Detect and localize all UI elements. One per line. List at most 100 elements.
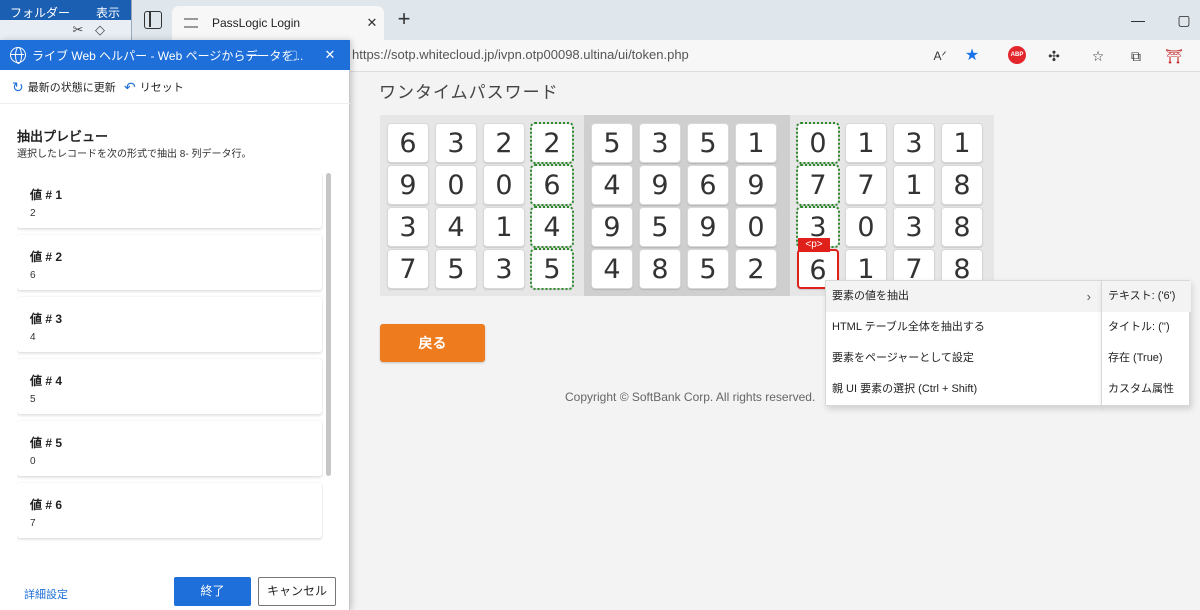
otp-digit-cell: 9 — [387, 165, 429, 205]
submenu-title[interactable]: タイトル: ('') — [1102, 312, 1191, 343]
otp-digit-cell: 1 — [941, 123, 983, 163]
browser-tab[interactable]: PassLogic Login ✕ — [172, 6, 384, 40]
url-field[interactable]: https://sotp.whitecloud.jp/ivpn.otp00098… — [352, 47, 689, 62]
extensions-icon[interactable]: ✣ — [1044, 46, 1064, 66]
helper-title-bar: ライブ Web ヘルパー - Web ページからデータを... — ▢ ✕ — [0, 40, 350, 70]
otp-digit-cell: 2 — [530, 122, 574, 164]
otp-digit-cell: 4 — [591, 249, 633, 289]
otp-digit-cell: 1 — [845, 123, 887, 163]
record-label: 値 # 6 — [30, 498, 63, 512]
record-label: 値 # 1 — [30, 188, 63, 202]
minimize-icon[interactable]: — — [1126, 8, 1150, 32]
otp-digit-cell: 0 — [796, 122, 840, 164]
tab-title: PassLogic Login — [212, 16, 301, 30]
otp-digit-cell: 0 — [483, 165, 525, 205]
record-value: 5 — [30, 394, 36, 405]
tab-close-icon[interactable]: ✕ — [360, 15, 384, 31]
finish-button[interactable]: 終了 — [174, 577, 251, 606]
back-button[interactable]: 戻る — [380, 324, 485, 362]
adblock-icon[interactable]: ABP — [1008, 46, 1026, 64]
record-item[interactable]: 値 # 4 5 — [17, 359, 322, 414]
otp-digit-cell: 6 — [530, 164, 574, 206]
record-item[interactable]: 値 # 3 4 — [17, 297, 322, 352]
minimize-icon[interactable]: — — [244, 45, 264, 65]
reset-icon: ↶ — [124, 79, 136, 95]
otp-digit-cell: 4 — [435, 207, 477, 247]
reset-button[interactable]: ↶ リセット — [124, 79, 184, 95]
record-list: 値 # 1 2 値 # 2 6 値 # 3 4 値 # 4 5 値 # 5 0 … — [17, 173, 323, 548]
record-value: 6 — [30, 270, 36, 281]
record-item[interactable]: 値 # 2 6 — [17, 235, 322, 290]
otp-digit-cell: 3 — [435, 123, 477, 163]
otp-digit-cell: 7 — [796, 164, 840, 206]
maximize-icon[interactable]: ▢ — [1172, 8, 1196, 32]
otp-digit-cell: 8 — [941, 165, 983, 205]
refresh-button[interactable]: ↻ 最新の状態に更新 — [12, 79, 116, 95]
otp-digit-cell: 0 — [845, 207, 887, 247]
explorer-menu-folder[interactable]: フォルダー — [10, 4, 70, 21]
otp-digit-cell: 9 — [687, 207, 729, 247]
advanced-settings-link[interactable]: 詳細設定 — [24, 586, 68, 602]
refresh-icon: ↻ — [12, 79, 24, 95]
record-label: 値 # 4 — [30, 374, 63, 388]
record-list-scrollbar[interactable] — [326, 173, 331, 476]
cut-icon[interactable]: ✂ — [70, 22, 86, 38]
favorite-star-icon[interactable]: ★ — [962, 46, 982, 66]
profile-icon[interactable]: ⛩ — [1164, 46, 1184, 66]
submenu-text[interactable]: テキスト: ('6') — [1102, 281, 1191, 312]
submenu-custom-attribute[interactable]: カスタム属性 — [1102, 374, 1191, 405]
ctx-select-parent[interactable]: 親 UI 要素の選択 (Ctrl + Shift) — [826, 374, 1103, 405]
section-description: 選択したレコードを次の形式で抽出 8- 列データ行。 — [17, 149, 252, 160]
ctx-set-as-pager[interactable]: 要素をページャーとして設定 — [826, 343, 1103, 374]
otp-digit-cell: 1 — [483, 207, 525, 247]
ctx-extract-element-value[interactable]: 要素の値を抽出 › — [826, 281, 1103, 312]
otp-digit-cell: 6 — [387, 123, 429, 163]
tab-bar: PassLogic Login ✕ + — ▢ — [132, 0, 1200, 40]
page-title: ワンタイムパスワード — [379, 83, 559, 102]
record-item[interactable]: 値 # 6 7 — [17, 483, 322, 538]
tab-actions-icon[interactable] — [144, 11, 162, 29]
otp-digit-cell: 4 — [591, 165, 633, 205]
ctx-extract-html-table[interactable]: HTML テーブル全体を抽出する — [826, 312, 1103, 343]
favorites-icon[interactable]: ☆ — [1088, 46, 1108, 66]
otp-digit-cell: 5 — [435, 249, 477, 289]
otp-digit-cell: 5 — [639, 207, 681, 247]
otp-digit-cell: 6 — [687, 165, 729, 205]
close-icon[interactable]: ✕ — [320, 45, 340, 65]
live-web-helper-panel: ライブ Web ヘルパー - Web ページからデータを... — ▢ ✕ ↻ … — [0, 40, 350, 610]
record-value: 7 — [30, 518, 36, 529]
record-value: 2 — [30, 208, 36, 219]
record-label: 値 # 2 — [30, 250, 63, 264]
otp-digit-cell: 3 — [893, 123, 935, 163]
record-item[interactable]: 値 # 5 0 — [17, 421, 322, 476]
cancel-button[interactable]: キャンセル — [258, 577, 336, 606]
otp-digit-cell: 8 — [639, 249, 681, 289]
explorer-window-strip: フォルダー 表示 ✂ ◇ — [0, 0, 135, 40]
otp-digit-cell: 5 — [591, 123, 633, 163]
otp-digit-cell: 1 — [893, 165, 935, 205]
helper-toolbar: ↻ 最新の状態に更新 ↶ リセット — [0, 70, 350, 104]
page-favicon-icon — [184, 18, 198, 28]
section-title: 抽出プレビュー — [17, 129, 109, 144]
read-aloud-icon[interactable]: Aᐟ — [930, 46, 950, 66]
explorer-menu-view[interactable]: 表示 — [96, 4, 120, 21]
shape-icon[interactable]: ◇ — [92, 22, 108, 38]
collections-icon[interactable]: ⧉ — [1126, 46, 1146, 66]
otp-digit-cell: 3 — [387, 207, 429, 247]
copyright-text: Copyright © SoftBank Corp. All rights re… — [565, 390, 816, 404]
otp-digit-cell: 2 — [735, 249, 777, 289]
element-tag-badge: <p> — [798, 238, 830, 252]
globe-icon — [10, 47, 26, 64]
otp-digit-cell: 1 — [735, 123, 777, 163]
new-tab-icon[interactable]: + — [394, 8, 414, 30]
record-value: 0 — [30, 456, 36, 467]
helper-footer: 詳細設定 終了 キャンセル — [0, 568, 350, 610]
maximize-icon: ▢ — [285, 47, 299, 62]
record-item[interactable]: 値 # 1 2 — [17, 173, 322, 228]
otp-digit-cell: 7 — [387, 249, 429, 289]
otp-digit-cell: 3 — [639, 123, 681, 163]
submenu-exists[interactable]: 存在 (True) — [1102, 343, 1191, 374]
context-menu: 要素の値を抽出 › HTML テーブル全体を抽出する 要素をページャーとして設定… — [825, 280, 1103, 406]
otp-digit-cell: 7 — [845, 165, 887, 205]
otp-digit-cell: 9 — [639, 165, 681, 205]
